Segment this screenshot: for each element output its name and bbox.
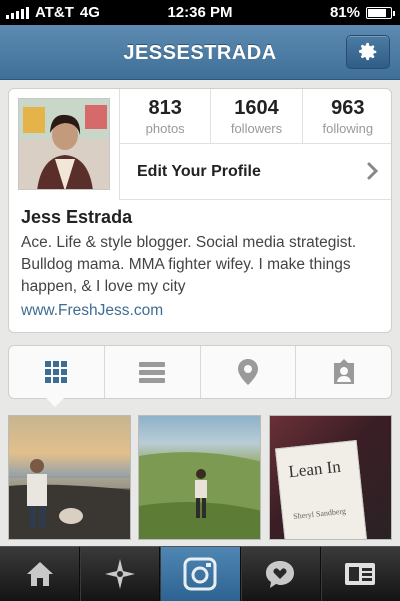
profile-card: 813 photos 1604 followers 963 following … <box>8 88 392 333</box>
battery-icon <box>366 6 395 19</box>
tab-tagged-view[interactable] <box>295 346 391 398</box>
list-icon <box>139 362 166 383</box>
home-icon <box>26 562 53 586</box>
tab-map-view[interactable] <box>199 346 296 398</box>
explore-star-icon <box>104 559 135 589</box>
photos-label: photos <box>145 121 185 136</box>
photos-stat[interactable]: 813 photos <box>120 89 210 143</box>
tab-grid-view[interactable] <box>9 346 104 398</box>
avatar[interactable] <box>18 98 110 190</box>
bottom-tab-bar <box>0 546 400 601</box>
map-pin-icon <box>237 359 258 385</box>
book-title: Lean In <box>287 456 342 482</box>
followers-count: 1604 <box>234 97 279 119</box>
following-stat[interactable]: 963 following <box>301 89 391 143</box>
photo-tile[interactable]: Lean In Sheryl Sandberg <box>269 415 392 540</box>
tab-profile[interactable] <box>319 547 400 601</box>
tab-list-view[interactable] <box>103 346 200 398</box>
profile-stats: 813 photos 1604 followers 963 following <box>119 89 391 144</box>
profile-bio: Jess Estrada Ace. Life & style blogger. … <box>21 207 385 320</box>
profile-name: Jess Estrada <box>21 207 133 227</box>
tab-news[interactable] <box>239 547 320 601</box>
edit-profile-label: Edit Your Profile <box>137 162 261 180</box>
profile-card-icon <box>345 563 376 585</box>
photo-grid: Lean In Sheryl Sandberg <box>8 415 392 542</box>
gear-icon <box>359 42 377 61</box>
page-title: JESSESTRADA <box>123 42 277 64</box>
view-tabs <box>8 345 392 399</box>
following-label: following <box>322 121 374 136</box>
tab-camera[interactable] <box>159 547 240 601</box>
tab-explore[interactable] <box>79 547 159 601</box>
followers-stat[interactable]: 1604 followers <box>210 89 301 143</box>
photo-tile[interactable] <box>8 415 131 540</box>
website-link[interactable]: www.FreshJess.com <box>21 302 385 320</box>
photo-tile[interactable] <box>138 415 261 540</box>
settings-button[interactable] <box>346 35 390 69</box>
battery-percent: 81% <box>329 4 360 21</box>
grid-icon <box>45 361 68 383</box>
chevron-right-icon <box>367 162 379 180</box>
camera-icon <box>183 557 217 591</box>
book-author: Sheryl Sandberg <box>292 506 347 522</box>
active-tab-pointer <box>46 398 64 407</box>
edit-profile-button[interactable]: Edit Your Profile <box>119 144 391 200</box>
news-heart-icon <box>266 561 295 588</box>
photos-count: 813 <box>148 97 182 119</box>
navigation-bar: JESSESTRADA <box>0 25 400 80</box>
status-bar: AT&T 4G 12:36 PM 81% <box>0 0 400 25</box>
book-cover: Lean In Sheryl Sandberg <box>274 439 368 539</box>
tagged-person-icon <box>333 359 354 384</box>
bio-text: Ace. Life & style blogger. Social media … <box>21 234 357 295</box>
following-count: 963 <box>331 97 365 119</box>
followers-label: followers <box>230 121 283 136</box>
tab-home[interactable] <box>0 547 79 601</box>
